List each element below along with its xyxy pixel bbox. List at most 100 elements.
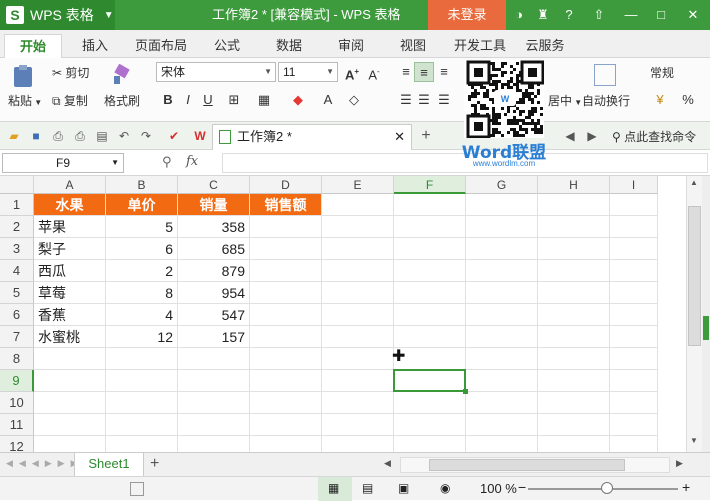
new-tab-icon[interactable]: + [418,128,434,144]
add-sheet-button[interactable]: + [150,455,159,473]
cell-g7[interactable] [466,326,538,348]
vertical-scroll-thumb[interactable] [688,206,701,346]
cell-f4[interactable] [394,260,466,282]
column-header-h[interactable]: H [538,176,610,194]
cell-h8[interactable] [538,348,610,370]
cell-h4[interactable] [538,260,610,282]
row-header-3[interactable]: 3 [0,238,34,260]
cell-f6[interactable] [394,304,466,326]
cell-i2[interactable] [610,216,658,238]
cell-a6[interactable]: 香蕉 [34,304,106,326]
cell-c6[interactable]: 547 [178,304,250,326]
align-center-icon[interactable]: ☰ [414,90,434,110]
cell-d2[interactable] [250,216,322,238]
cell-h11[interactable] [538,414,610,436]
wrap-text-button[interactable]: 自动换行 [582,92,630,109]
wps-home-icon[interactable]: W [192,128,208,144]
cell-g10[interactable] [466,392,538,414]
redo-icon[interactable]: ↷ [138,128,154,144]
cell-h12[interactable] [538,436,610,452]
cell-h3[interactable] [538,238,610,260]
fill-color-icon[interactable]: ◆ [288,90,308,110]
cell-g11[interactable] [466,414,538,436]
paste-button[interactable]: 粘贴 ▼ [8,92,42,109]
cell-e12[interactable] [322,436,394,452]
cell-c2[interactable]: 358 [178,216,250,238]
cell-i1[interactable] [610,194,658,216]
cell-c3[interactable]: 685 [178,238,250,260]
cell-i7[interactable] [610,326,658,348]
customize-toolbar-icon[interactable]: ✔ [166,128,182,144]
cell-a10[interactable] [34,392,106,414]
cell-c9[interactable] [178,370,250,392]
close-tab-icon[interactable]: ✕ [394,125,405,149]
cell-a4[interactable]: 西瓜 [34,260,106,282]
cell-a3[interactable]: 梨子 [34,238,106,260]
scroll-up-icon[interactable]: ▲ [690,178,698,187]
cell-c5[interactable]: 954 [178,282,250,304]
italic-button[interactable]: I [178,90,198,110]
cell-i10[interactable] [610,392,658,414]
column-header-f[interactable]: F [394,176,466,194]
cell-g4[interactable] [466,260,538,282]
align-left-icon[interactable]: ☰ [396,90,416,110]
font-size-select[interactable]: 11 ▼ [278,62,338,82]
cell-b5[interactable]: 8 [106,282,178,304]
cell-d6[interactable] [250,304,322,326]
tab-formulas[interactable]: 公式 [204,34,250,58]
row-header-11[interactable]: 11 [0,414,34,436]
hscroll-right-icon[interactable]: ▶ [676,458,683,469]
minimize-icon[interactable]: — [622,6,640,24]
cell-b2[interactable]: 5 [106,216,178,238]
column-header-g[interactable]: G [466,176,538,194]
bold-button[interactable]: B [158,90,178,110]
decrease-font-icon[interactable]: A- [364,62,384,82]
tab-data[interactable]: 数据 [266,34,312,58]
fill-handle[interactable] [463,389,468,394]
cell-b12[interactable] [106,436,178,452]
cell-i8[interactable] [610,348,658,370]
cell-c11[interactable] [178,414,250,436]
scroll-down-icon[interactable]: ▼ [690,436,698,445]
cell-i6[interactable] [610,304,658,326]
restore-ribbon-icon[interactable]: ⇧ [590,6,608,24]
cell-a8[interactable] [34,348,106,370]
cell-a7[interactable]: 水蜜桃 [34,326,106,348]
underline-button[interactable]: U [198,90,218,110]
cell-e7[interactable] [322,326,394,348]
cell-h10[interactable] [538,392,610,414]
cell-d1[interactable]: 销售额 [250,194,322,216]
cell-d8[interactable] [250,348,322,370]
cell-d9[interactable] [250,370,322,392]
cell-a2[interactable]: 苹果 [34,216,106,238]
tab-cloud[interactable]: 云服务 [518,34,572,58]
cell-b1[interactable]: 单价 [106,194,178,216]
tab-insert[interactable]: 插入 [72,34,118,58]
cell-b8[interactable] [106,348,178,370]
fill-pattern-icon[interactable]: ▦ [254,90,274,110]
cell-i4[interactable] [610,260,658,282]
cell-e8[interactable] [322,348,394,370]
format-painter-button[interactable]: 格式刷 [104,92,140,109]
align-middle-icon[interactable]: ≡ [414,62,434,82]
document-tab[interactable]: 工作簿2 * ✕ [212,124,412,150]
cell-g3[interactable] [466,238,538,260]
column-header-c[interactable]: C [178,176,250,194]
cell-d11[interactable] [250,414,322,436]
insert-function-button[interactable]: fx [186,154,198,169]
reading-mode-icon[interactable]: ◉ [440,481,450,495]
cell-c10[interactable] [178,392,250,414]
sheet-tab-sheet1[interactable]: Sheet1 [74,453,144,477]
cell-h5[interactable] [538,282,610,304]
cell-a11[interactable] [34,414,106,436]
cell-e5[interactable] [322,282,394,304]
number-format-select[interactable]: 常规 [650,64,674,81]
cell-g8[interactable] [466,348,538,370]
cell-b3[interactable]: 6 [106,238,178,260]
cell-g9[interactable] [466,370,538,392]
row-header-10[interactable]: 10 [0,392,34,414]
select-all-corner[interactable] [0,176,34,194]
cell-g6[interactable] [466,304,538,326]
cut-button[interactable]: ✂ 剪切 [52,64,89,81]
cell-d12[interactable] [250,436,322,452]
